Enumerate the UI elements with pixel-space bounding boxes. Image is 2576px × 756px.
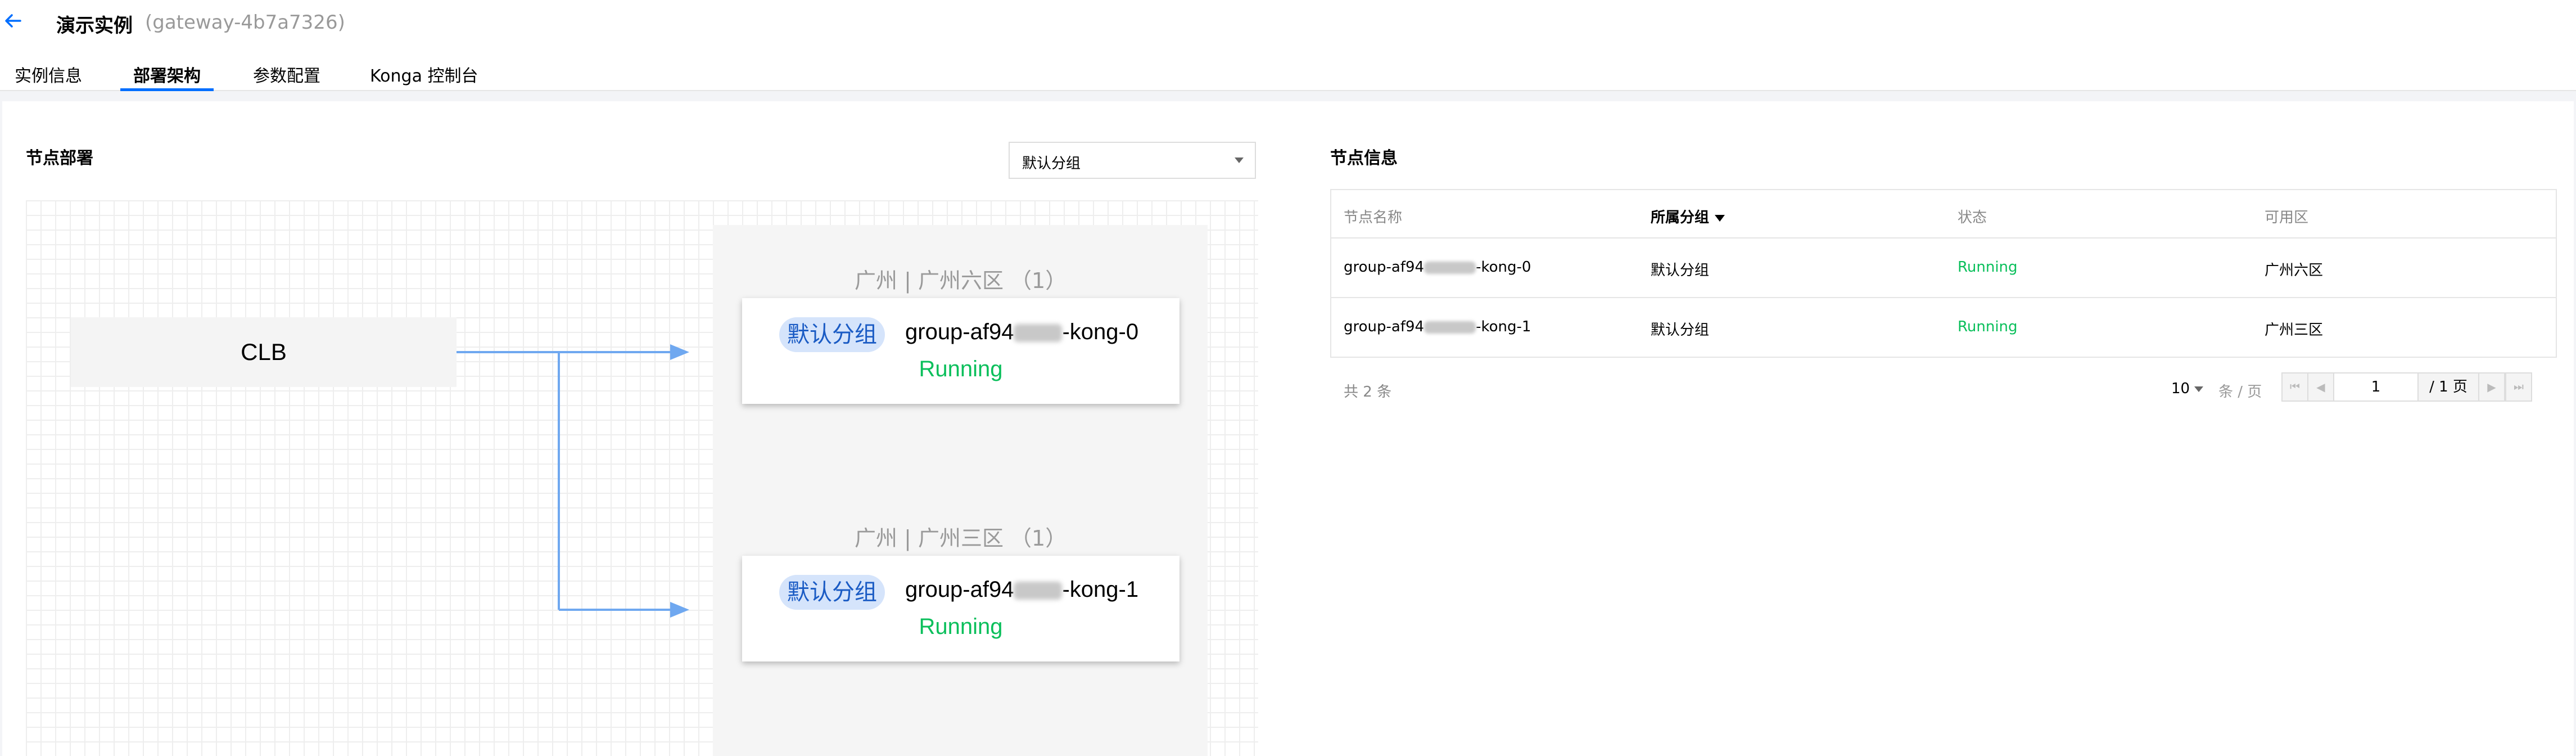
page-size-select[interactable]: 10 <box>2171 380 2208 397</box>
cell-group: 默认分组 <box>1651 322 1710 339</box>
cell-node-name: group-af94 -kong-0 <box>1344 259 1531 276</box>
filter-icon[interactable] <box>1715 214 1725 222</box>
total-pages: / 1 页 <box>2419 374 2479 400</box>
connection-arrows <box>457 344 689 618</box>
node-table: 节点名称 所属分组 状态 可用区 group-af94 -kong-0 默认分组 … <box>1330 189 2557 358</box>
arrowhead-2 <box>670 602 689 618</box>
cell-status: Running <box>1958 318 2018 335</box>
node-card-kong-0[interactable]: 默认分组 group-af94 -kong-0 Running <box>742 298 1179 404</box>
redacted-mask <box>1014 582 1063 600</box>
page-number-input[interactable] <box>2334 374 2419 400</box>
redacted-mask <box>1424 261 1476 274</box>
total-count: 共 2 条 <box>1344 384 1392 400</box>
first-page-icon[interactable]: ⏮ <box>2283 374 2308 400</box>
node-name: group-af94 -kong-0 <box>905 320 1139 344</box>
node-status: Running <box>919 614 1003 639</box>
group-tag: 默认分组 <box>779 575 885 610</box>
last-page-icon[interactable]: ⏭ <box>2505 374 2531 400</box>
cell-group: 默认分组 <box>1651 262 1710 279</box>
cell-zone: 广州三区 <box>2265 322 2324 339</box>
table-row: group-af94 -kong-1 默认分组 Running 广州三区 <box>1331 297 2556 357</box>
prev-page-icon[interactable]: ◀ <box>2308 374 2334 400</box>
node-card-kong-1[interactable]: 默认分组 group-af94 -kong-1 Running <box>742 556 1179 662</box>
cell-status: Running <box>1958 259 2018 276</box>
redacted-mask <box>1424 321 1476 334</box>
node-info-title: 节点信息 <box>1330 148 1398 168</box>
group-tag: 默认分组 <box>779 317 885 352</box>
node-status: Running <box>919 357 1003 381</box>
column-header-zone: 可用区 <box>2265 209 2309 226</box>
per-page-label: 条 / 页 <box>2218 384 2262 400</box>
column-header-node-name: 节点名称 <box>1344 209 1403 226</box>
chevron-down-icon <box>2194 386 2204 392</box>
table-row: group-af94 -kong-0 默认分组 Running 广州六区 <box>1331 237 2556 297</box>
next-page-icon[interactable]: ▶ <box>2479 374 2505 400</box>
pagination: ⏮ ◀ / 1 页 ▶ ⏭ <box>2281 372 2532 402</box>
cell-node-name: group-af94 -kong-1 <box>1344 318 1531 335</box>
column-header-group[interactable]: 所属分组 <box>1651 206 1725 227</box>
node-name: group-af94 -kong-1 <box>905 577 1139 602</box>
arrowhead-1 <box>670 344 689 360</box>
column-header-status: 状态 <box>1958 209 1987 226</box>
redacted-mask <box>1014 324 1063 343</box>
cell-zone: 广州六区 <box>2265 262 2324 279</box>
